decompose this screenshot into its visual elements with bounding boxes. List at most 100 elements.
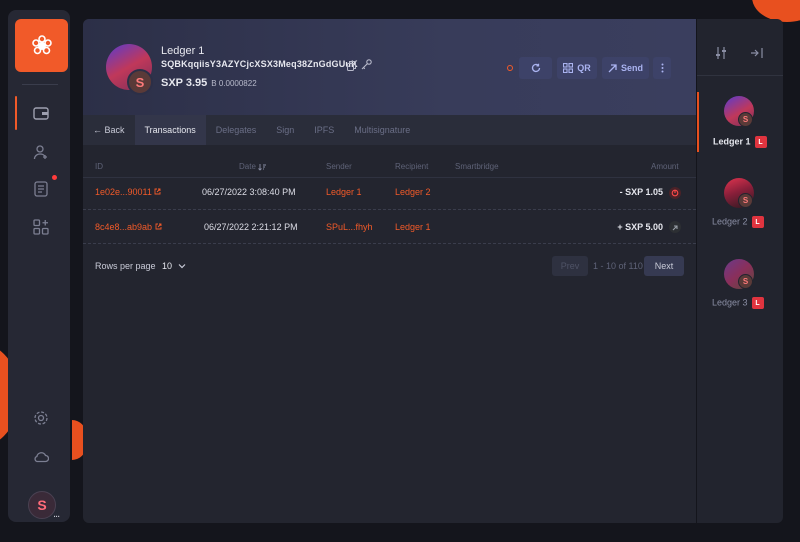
wallet-switcher-panel: S Ledger 1L S Ledger 2L S Ledger 3L xyxy=(697,19,783,523)
refresh-button[interactable] xyxy=(519,57,552,79)
rows-per-page-value: 10 xyxy=(162,261,173,271)
transaction-recipient[interactable]: Ledger 2 xyxy=(395,187,431,197)
transaction-id-link[interactable]: 8c4e8...ab9ab xyxy=(95,222,162,232)
external-link-icon xyxy=(155,223,162,230)
chevron-down-icon xyxy=(178,264,185,269)
wallet-avatar-letter: S xyxy=(742,277,749,286)
ledger-badge: L xyxy=(751,297,764,309)
wallet-label: Ledger 3L xyxy=(712,297,764,309)
transaction-status-received-icon xyxy=(669,221,681,233)
solar-logo-icon xyxy=(31,34,52,54)
tab-sign[interactable]: Sign xyxy=(266,115,304,145)
qr-button[interactable]: QR xyxy=(557,57,597,79)
tab-ipfs[interactable]: IPFS xyxy=(304,115,344,145)
balance-btc: B 0.0000822 xyxy=(211,79,257,88)
wallet-avatar-letter: S xyxy=(742,115,749,124)
balance-sxp: SXP 3.95 xyxy=(161,77,208,89)
notification-dot xyxy=(52,175,57,180)
filter-sliders-icon[interactable] xyxy=(715,46,727,60)
left-sidebar: S ... xyxy=(8,10,70,522)
wallet-label: Ledger 2L xyxy=(712,216,764,228)
sidebar-item-wallet[interactable] xyxy=(30,102,52,124)
transaction-date: 06/27/2022 2:21:12 PM xyxy=(204,222,298,232)
cloud-icon xyxy=(34,452,49,463)
wallet-name: Ledger 1 xyxy=(713,136,751,147)
wallet-address: SQBKqqiisY3AZYCjcXSX3Meq38ZnGdGUuK xyxy=(161,59,358,69)
column-header-date[interactable]: Date xyxy=(239,162,267,171)
tab-multisignature[interactable]: Multisignature xyxy=(344,115,420,145)
wallet-header: S Ledger 1 SQBKqqiisY3AZYCjcXSX3Meq38ZnG… xyxy=(83,19,696,115)
more-vertical-icon xyxy=(661,63,663,73)
wallet-label: Ledger 1L xyxy=(713,136,767,148)
transaction-id-link[interactable]: 1e02e...90011 xyxy=(95,187,161,197)
wallet-avatar-badge: S xyxy=(738,112,753,127)
wallet-avatar-badge: S xyxy=(738,193,753,208)
column-header-sender: Sender xyxy=(326,162,352,171)
collapse-panel-icon[interactable] xyxy=(750,47,764,59)
rows-per-page-label: Rows per page xyxy=(95,261,156,271)
sidebar-item-settings[interactable] xyxy=(30,407,52,429)
wallet-balance: SXP 3.95 B 0.0000822 xyxy=(161,77,257,89)
refresh-icon xyxy=(531,63,540,73)
transaction-sender[interactable]: Ledger 1 xyxy=(326,187,362,197)
table-row-divider xyxy=(83,177,696,178)
external-link-icon xyxy=(154,188,161,195)
send-arrow-icon xyxy=(608,63,617,72)
transaction-id: 8c4e8...ab9ab xyxy=(95,222,153,232)
column-header-recipient: Recipient xyxy=(395,162,429,171)
back-link[interactable]: ← Back xyxy=(83,115,135,145)
tab-transactions[interactable]: Transactions xyxy=(134,115,206,145)
transaction-status-sent-icon xyxy=(669,187,681,199)
sort-icon xyxy=(258,163,267,171)
key-icon[interactable] xyxy=(361,57,372,75)
gear-icon xyxy=(34,411,48,425)
copy-icon[interactable] xyxy=(347,58,356,76)
tab-bar: ← Back Transactions Delegates Sign IPFS … xyxy=(83,115,696,145)
ledger-badge: L xyxy=(754,136,767,148)
wallet-name: Ledger 1 xyxy=(161,45,205,57)
avatar[interactable]: S xyxy=(28,491,56,519)
more-dots[interactable]: ... xyxy=(53,508,60,520)
panel-divider xyxy=(697,75,783,76)
send-button-label: Send xyxy=(620,63,643,73)
transaction-amount: - SXP 1.05 xyxy=(619,187,663,197)
sidebar-item-contacts[interactable] xyxy=(30,141,52,163)
pagination-info: 1 - 10 of 110 xyxy=(593,261,643,271)
column-header-date-label: Date xyxy=(239,162,256,171)
sidebar-item-plugins[interactable] xyxy=(30,216,52,238)
wallet-name: Ledger 3 xyxy=(712,297,748,308)
column-header-smartbridge: Smartbridge xyxy=(455,162,499,171)
contacts-icon xyxy=(33,145,47,160)
table-row-divider xyxy=(83,243,696,244)
sidebar-item-network[interactable] xyxy=(30,446,52,468)
sidebar-divider xyxy=(22,84,58,85)
sidebar-item-news[interactable] xyxy=(30,178,52,200)
wallet-avatar-badge: S xyxy=(127,69,153,95)
tab-delegates[interactable]: Delegates xyxy=(206,115,267,145)
wallet-active-indicator xyxy=(697,92,699,152)
column-header-amount: Amount xyxy=(651,162,679,171)
column-header-id: ID xyxy=(95,162,103,171)
transaction-id: 1e02e...90011 xyxy=(95,187,152,197)
app-logo[interactable] xyxy=(15,19,68,72)
main-panel: S Ledger 1 SQBKqqiisY3AZYCjcXSX3Meq38ZnG… xyxy=(83,19,696,523)
table-row-divider xyxy=(83,209,696,210)
wallet-name: Ledger 2 xyxy=(712,216,748,227)
next-page-button[interactable]: Next xyxy=(644,256,684,276)
qr-button-label: QR xyxy=(577,63,591,73)
transaction-sender[interactable]: SPuL...fhyh xyxy=(326,222,373,232)
ledger-badge: L xyxy=(751,216,764,228)
news-icon xyxy=(34,181,48,197)
sidebar-active-indicator xyxy=(15,96,17,130)
prev-page-button[interactable]: Prev xyxy=(552,256,588,276)
qr-icon xyxy=(563,63,574,73)
avatar-letter: S xyxy=(37,497,47,513)
wallet-avatar-badge: S xyxy=(738,274,753,289)
transaction-date: 06/27/2022 3:08:40 PM xyxy=(202,187,296,197)
transaction-recipient[interactable]: Ledger 1 xyxy=(395,222,431,232)
send-button[interactable]: Send xyxy=(602,57,649,79)
rows-per-page-select[interactable]: 10 xyxy=(162,261,186,271)
wallet-avatar-letter: S xyxy=(135,74,145,90)
more-button[interactable] xyxy=(653,57,671,79)
transaction-amount: + SXP 5.00 xyxy=(617,222,663,232)
